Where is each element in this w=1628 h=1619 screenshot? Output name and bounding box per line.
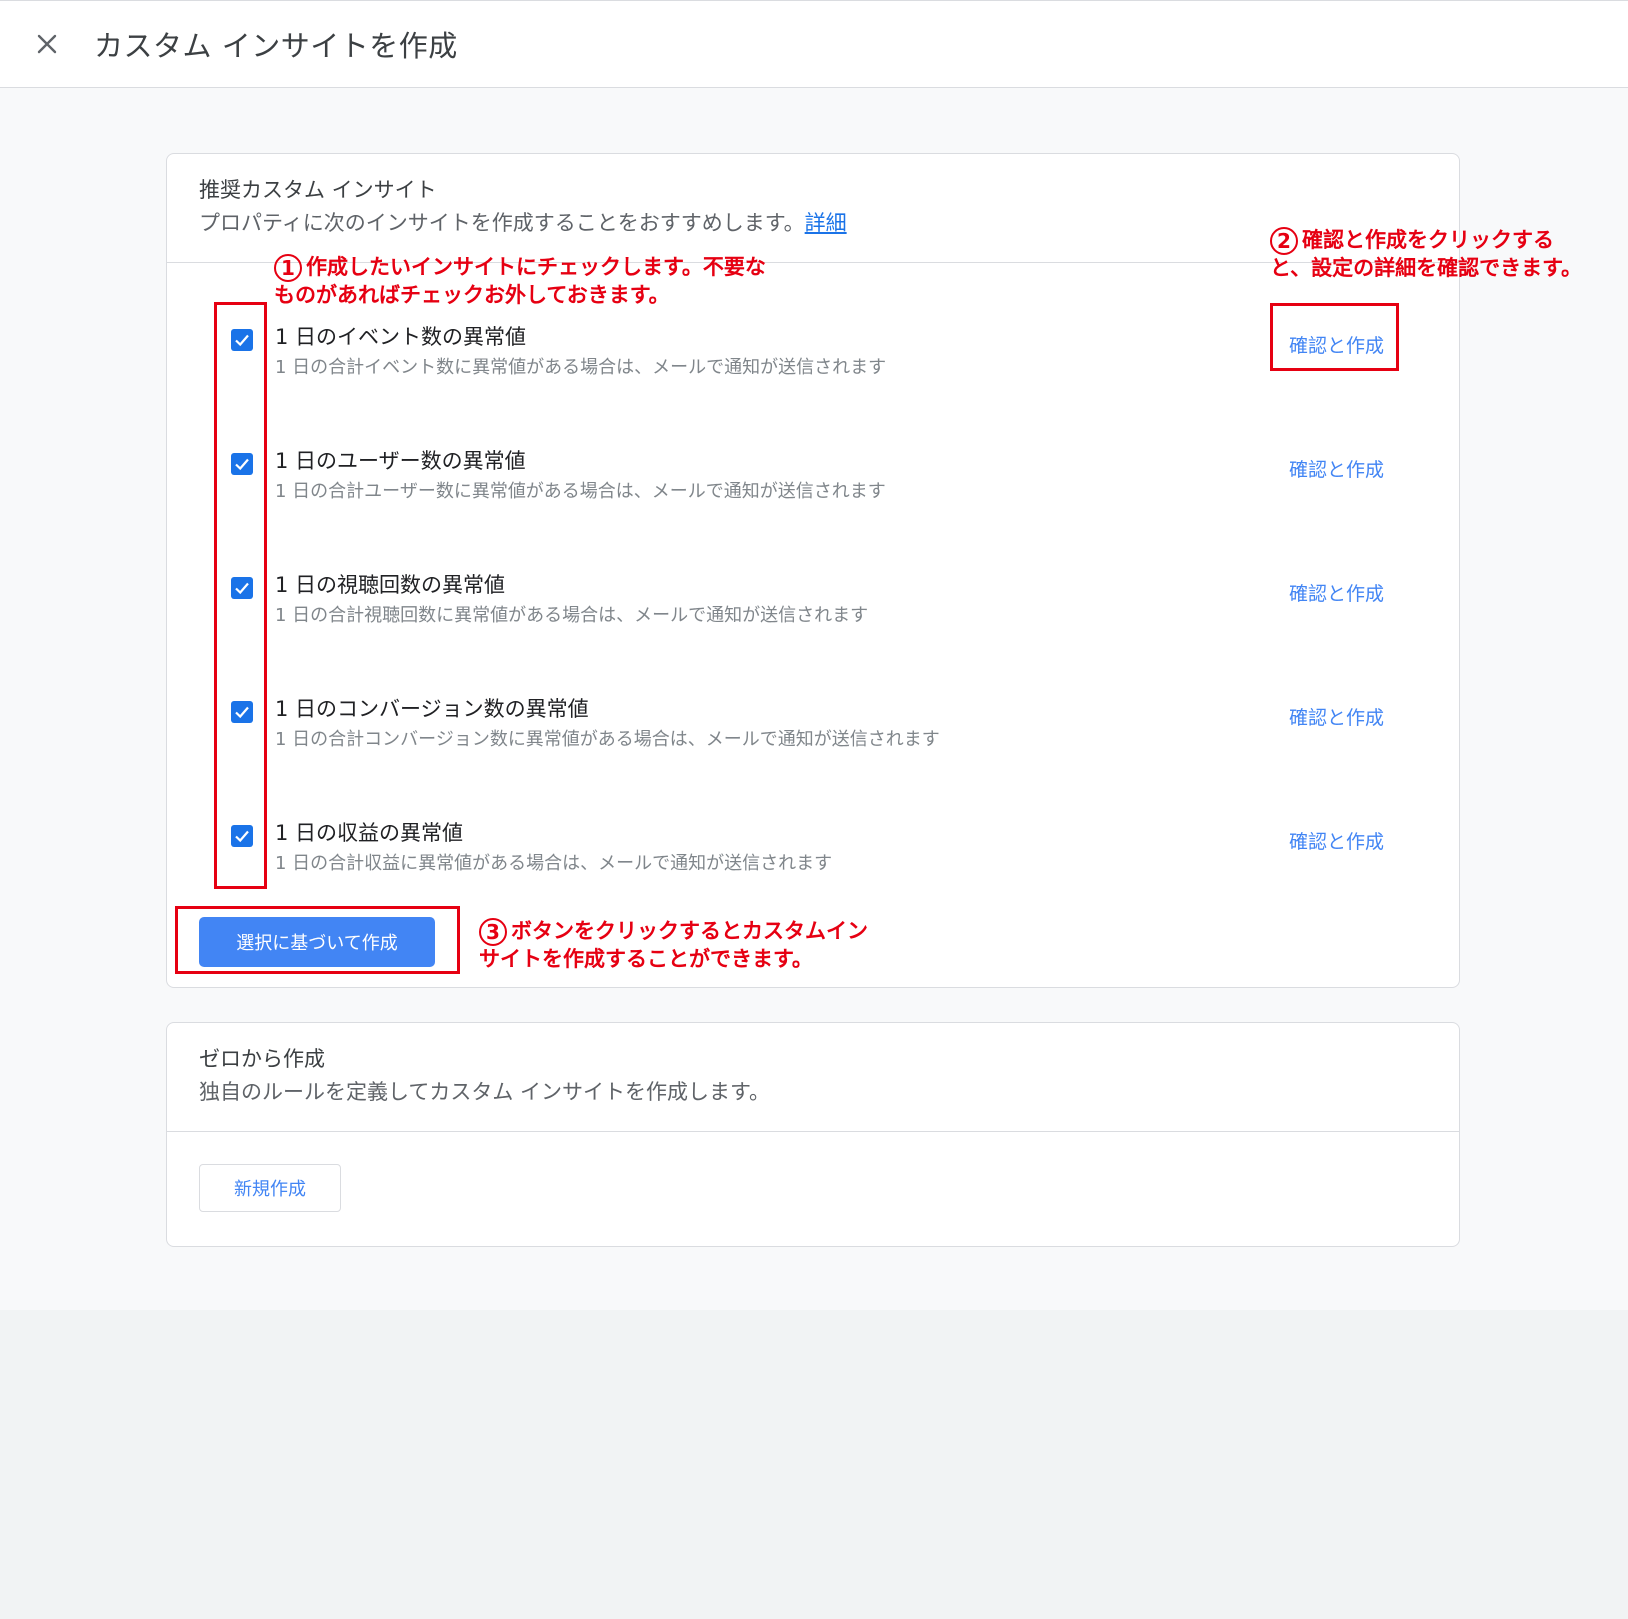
annotation-box-checkboxes xyxy=(214,302,267,889)
insight-description: 1 日の合計ユーザー数に異常値がある場合は、メールで通知が送信されます xyxy=(275,481,886,502)
insight-row: 1 日の収益の異常値 1 日の合計収益に異常値がある場合は、メールで通知が送信さ… xyxy=(167,817,1459,907)
insight-row: 1 日のイベント数の異常値 1 日の合計イベント数に異常値がある場合は、メールで… xyxy=(167,321,1459,411)
insight-description: 1 日の合計視聴回数に異常値がある場合は、メールで通知が送信されます xyxy=(275,605,869,626)
page-title: カスタム インサイトを作成 xyxy=(94,29,458,63)
close-icon[interactable] xyxy=(30,27,64,61)
insight-title: 1 日のユーザー数の異常値 xyxy=(275,449,526,473)
annotation-box-create-button xyxy=(175,906,460,974)
insight-row: 1 日の視聴回数の異常値 1 日の合計視聴回数に異常値がある場合は、メールで通知… xyxy=(167,569,1459,659)
annotation-1: 1 作成したいインサイトにチェックします。不要な ものがあればチェックお外しておき… xyxy=(274,254,766,309)
review-create-link[interactable]: 確認と作成 xyxy=(1289,455,1384,482)
insight-row: 1 日のユーザー数の異常値 1 日の合計ユーザー数に異常値がある場合は、メールで… xyxy=(167,445,1459,535)
card-title: 推奨カスタム インサイト xyxy=(199,178,437,202)
annotation-1-line1: 作成したいインサイトにチェックします。不要な xyxy=(306,255,766,279)
card-title: ゼロから作成 xyxy=(199,1047,325,1071)
insight-title: 1 日の視聴回数の異常値 xyxy=(275,573,506,597)
card-subtitle: プロパティに次のインサイトを作成することをおすすめします。詳細 xyxy=(199,207,847,237)
annotation-number-2: 2 xyxy=(1270,227,1298,255)
insight-title: 1 日の収益の異常値 xyxy=(275,821,464,845)
annotation-number-1: 1 xyxy=(274,254,302,282)
annotation-1-line2: ものがあればチェックお外しておきます。 xyxy=(274,283,670,307)
insight-description: 1 日の合計イベント数に異常値がある場合は、メールで通知が送信されます xyxy=(275,357,887,378)
review-create-link[interactable]: 確認と作成 xyxy=(1289,579,1384,606)
card-subtitle-text: プロパティに次のインサイトを作成することをおすすめします。 xyxy=(199,211,805,235)
new-create-button[interactable]: 新規作成 xyxy=(199,1164,341,1212)
annotation-2-line2: と、設定の詳細を確認できます。 xyxy=(1270,256,1583,280)
detail-link[interactable]: 詳細 xyxy=(805,211,847,235)
insight-title: 1 日のコンバージョン数の異常値 xyxy=(275,697,589,721)
divider xyxy=(167,1131,1459,1132)
create-from-scratch-card: ゼロから作成 独自のルールを定義してカスタム インサイトを作成します。 新規作成 xyxy=(166,1022,1460,1247)
annotation-number-3: 3 xyxy=(479,918,507,946)
annotation-3: 3 ボタンをクリックするとカスタムイン サイトを作成することができます。 xyxy=(479,918,868,973)
annotation-2-line1: 確認と作成をクリックする xyxy=(1302,228,1554,252)
insight-row: 1 日のコンバージョン数の異常値 1 日の合計コンバージョン数に異常値がある場合… xyxy=(167,693,1459,783)
annotation-box-review-link xyxy=(1270,303,1399,371)
review-create-link[interactable]: 確認と作成 xyxy=(1289,827,1384,854)
insight-title: 1 日のイベント数の異常値 xyxy=(275,325,527,349)
insight-description: 1 日の合計収益に異常値がある場合は、メールで通知が送信されます xyxy=(275,853,833,874)
annotation-2: 2 確認と作成をクリックする と、設定の詳細を確認できます。 xyxy=(1270,227,1582,282)
review-create-link[interactable]: 確認と作成 xyxy=(1289,703,1384,730)
annotation-3-line2: サイトを作成することができます。 xyxy=(479,947,813,971)
card-subtitle: 独自のルールを定義してカスタム インサイトを作成します。 xyxy=(199,1080,770,1104)
top-bar: カスタム インサイトを作成 xyxy=(0,0,1628,88)
annotation-3-line1: ボタンをクリックするとカスタムイン xyxy=(511,919,868,943)
insight-description: 1 日の合計コンバージョン数に異常値がある場合は、メールで通知が送信されます xyxy=(275,729,940,750)
